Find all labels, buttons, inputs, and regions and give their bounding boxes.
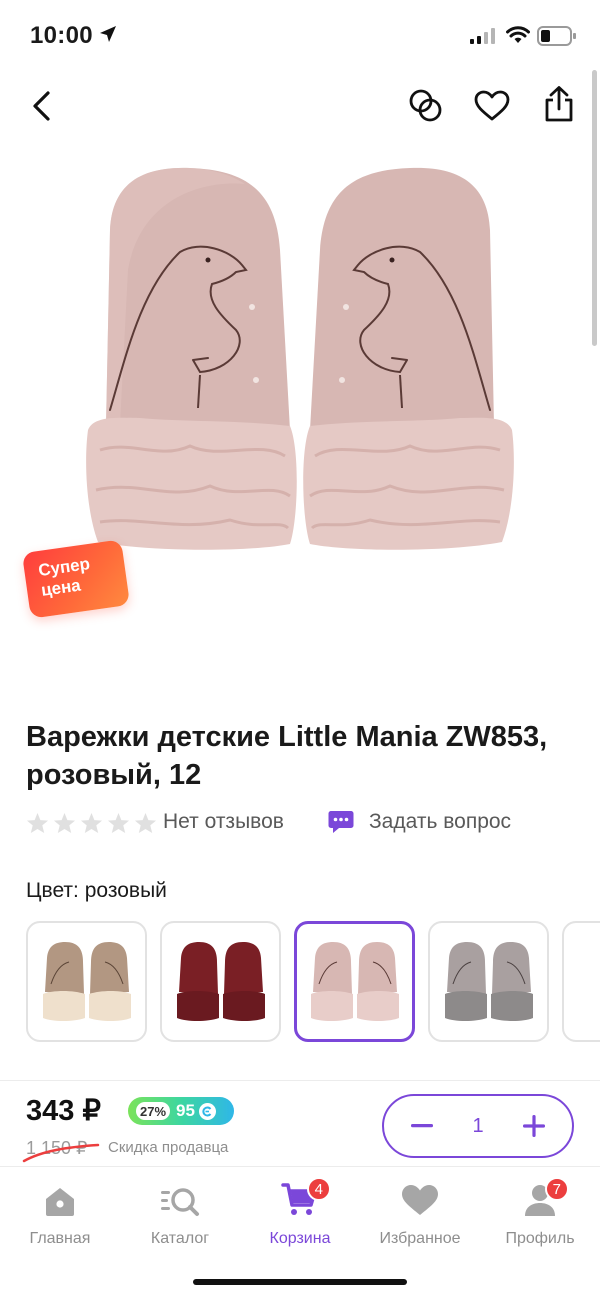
tab-home-label: Главная — [29, 1230, 91, 1247]
bonus-value: 95 — [176, 1101, 195, 1120]
rating-stars[interactable] — [26, 808, 157, 838]
heart-outline-icon — [474, 90, 510, 121]
reviews-link[interactable]: Нет отзывов — [163, 810, 284, 834]
price-panel: 343 ₽ 27% 95 1 150 ₽ Скидка продавца 1 — [0, 1080, 600, 1168]
star-icon — [107, 812, 130, 834]
profile-badge: 7 — [544, 1177, 569, 1201]
bonus-badge[interactable]: 27% 95 — [128, 1097, 234, 1125]
tab-cart[interactable]: 4 Корзина — [240, 1177, 360, 1257]
swatch-gray-image — [444, 941, 533, 1021]
status-time: 10:00 — [30, 22, 93, 49]
back-button[interactable] — [22, 86, 62, 126]
swatch-gray[interactable] — [428, 921, 549, 1042]
swatch-beige-image — [42, 941, 131, 1021]
chat-bubble-icon — [328, 811, 354, 833]
share-icon — [545, 86, 573, 122]
quantity-value: 1 — [472, 1114, 484, 1137]
star-icon — [80, 812, 103, 834]
scroll-indicator[interactable] — [592, 70, 597, 346]
home-indicator[interactable] — [193, 1279, 407, 1285]
location-arrow-icon — [100, 26, 116, 42]
minus-icon — [411, 1124, 433, 1128]
catalog-icon — [161, 1188, 199, 1216]
cart-badge: 4 — [306, 1177, 331, 1201]
bonus-percent: 27% — [136, 1102, 171, 1120]
swatch-burgundy[interactable] — [160, 921, 281, 1042]
status-bar: 10:00 — [0, 0, 600, 72]
color-swatches — [26, 921, 600, 1043]
color-label: Цвет: розовый — [26, 879, 167, 902]
swatch-pink[interactable] — [294, 921, 415, 1042]
star-icon — [53, 812, 76, 834]
price: 343 ₽ — [26, 1095, 101, 1127]
chevron-left-icon — [33, 91, 50, 121]
tab-cart-label: Корзина — [269, 1230, 331, 1247]
plus-icon — [523, 1115, 545, 1137]
product-image[interactable] — [80, 160, 520, 560]
product-title: Варежки детские Little Mania ZW853, розо… — [26, 721, 548, 791]
discount-label: Скидка продавца — [108, 1139, 229, 1156]
ask-question-button[interactable]: Задать вопрос — [328, 806, 511, 838]
bonus-coin-icon — [198, 1102, 216, 1120]
star-icon — [26, 812, 49, 834]
tab-catalog[interactable]: Каталог — [120, 1177, 240, 1257]
tab-favorites-label: Избранное — [379, 1230, 461, 1247]
heart-icon — [402, 1185, 438, 1215]
wifi-icon — [506, 26, 530, 43]
signal-icon — [470, 28, 495, 44]
quantity-stepper: 1 — [382, 1094, 574, 1158]
strikethrough-line — [22, 1143, 100, 1163]
star-icon — [134, 812, 157, 834]
tab-profile-label: Профиль — [505, 1230, 575, 1247]
home-icon — [46, 1188, 74, 1216]
ask-question-label: Задать вопрос — [369, 810, 512, 833]
share-button[interactable] — [537, 82, 581, 126]
compare-icon — [409, 89, 442, 122]
tab-home[interactable]: Главная — [0, 1177, 120, 1257]
swatch-pink-image — [310, 941, 399, 1021]
promo-badge: Супер цена — [21, 539, 131, 619]
favorite-button[interactable] — [470, 84, 514, 128]
swatch-beige[interactable] — [26, 921, 147, 1042]
compare-button[interactable] — [404, 84, 448, 128]
battery-icon — [537, 26, 576, 46]
swatch-burgundy-image — [176, 941, 265, 1021]
increase-button[interactable] — [520, 1112, 548, 1140]
tab-catalog-label: Каталог — [150, 1230, 210, 1247]
tab-favorites[interactable]: Избранное — [360, 1177, 480, 1257]
tab-profile[interactable]: 7 Профиль — [480, 1177, 600, 1257]
swatch-more[interactable] — [562, 921, 600, 1042]
decrease-button[interactable] — [408, 1112, 436, 1140]
